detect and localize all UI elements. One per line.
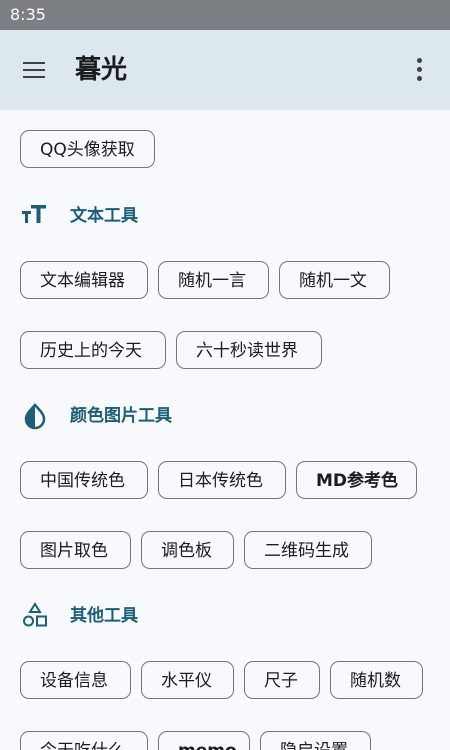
tool-button-random-number[interactable]: 随机数 — [330, 661, 423, 699]
tool-button-palette[interactable]: 调色板 — [141, 531, 234, 569]
tool-button-device-info[interactable]: 设备信息 — [20, 661, 131, 699]
tool-button-startup-settings[interactable]: 隐启设置 — [260, 731, 371, 750]
tool-button-world-in-60s[interactable]: 六十秒读世界 — [176, 331, 322, 369]
tool-button-random-quote[interactable]: 随机一言 — [158, 261, 269, 299]
app-bar: 暮光 — [0, 30, 450, 110]
tool-button-ruler[interactable]: 尺子 — [244, 661, 320, 699]
tool-button-level[interactable]: 水平仪 — [141, 661, 234, 699]
more-options-icon[interactable] — [408, 56, 430, 84]
tool-button-memo[interactable]: memo — [158, 731, 250, 750]
tool-button-today-in-history[interactable]: 历史上的今天 — [20, 331, 166, 369]
tool-button-text-editor[interactable]: 文本编辑器 — [20, 261, 148, 299]
tool-button-image-color-picker[interactable]: 图片取色 — [20, 531, 131, 569]
app-title: 暮光 — [75, 55, 128, 85]
water-drop-icon — [24, 403, 46, 430]
tool-button-random-article[interactable]: 随机一文 — [279, 261, 390, 299]
tool-button-japanese-colors[interactable]: 日本传统色 — [158, 461, 286, 499]
tool-button-chinese-colors[interactable]: 中国传统色 — [20, 461, 148, 499]
text-format-icon — [22, 205, 46, 223]
tool-button-md-colors[interactable]: MD参考色 — [296, 461, 417, 499]
shapes-icon — [23, 602, 47, 627]
menu-icon[interactable] — [20, 57, 50, 83]
tool-button-what-to-eat[interactable]: 今天吃什么 — [20, 731, 148, 750]
status-time: 8:35 — [10, 5, 46, 24]
section-title: 颜色图片工具 — [70, 406, 172, 426]
tool-button-qq-avatar[interactable]: QQ头像获取 — [20, 130, 155, 168]
section-title: 其他工具 — [70, 606, 138, 626]
section-title: 文本工具 — [70, 206, 138, 226]
tool-list: QQ头像获取 文本工具 文本编辑器 随机一言 随机一文 历史上的今天 六十秒读世… — [0, 110, 450, 750]
tool-button-qr-generator[interactable]: 二维码生成 — [244, 531, 372, 569]
status-bar: 8:35 — [0, 0, 450, 30]
